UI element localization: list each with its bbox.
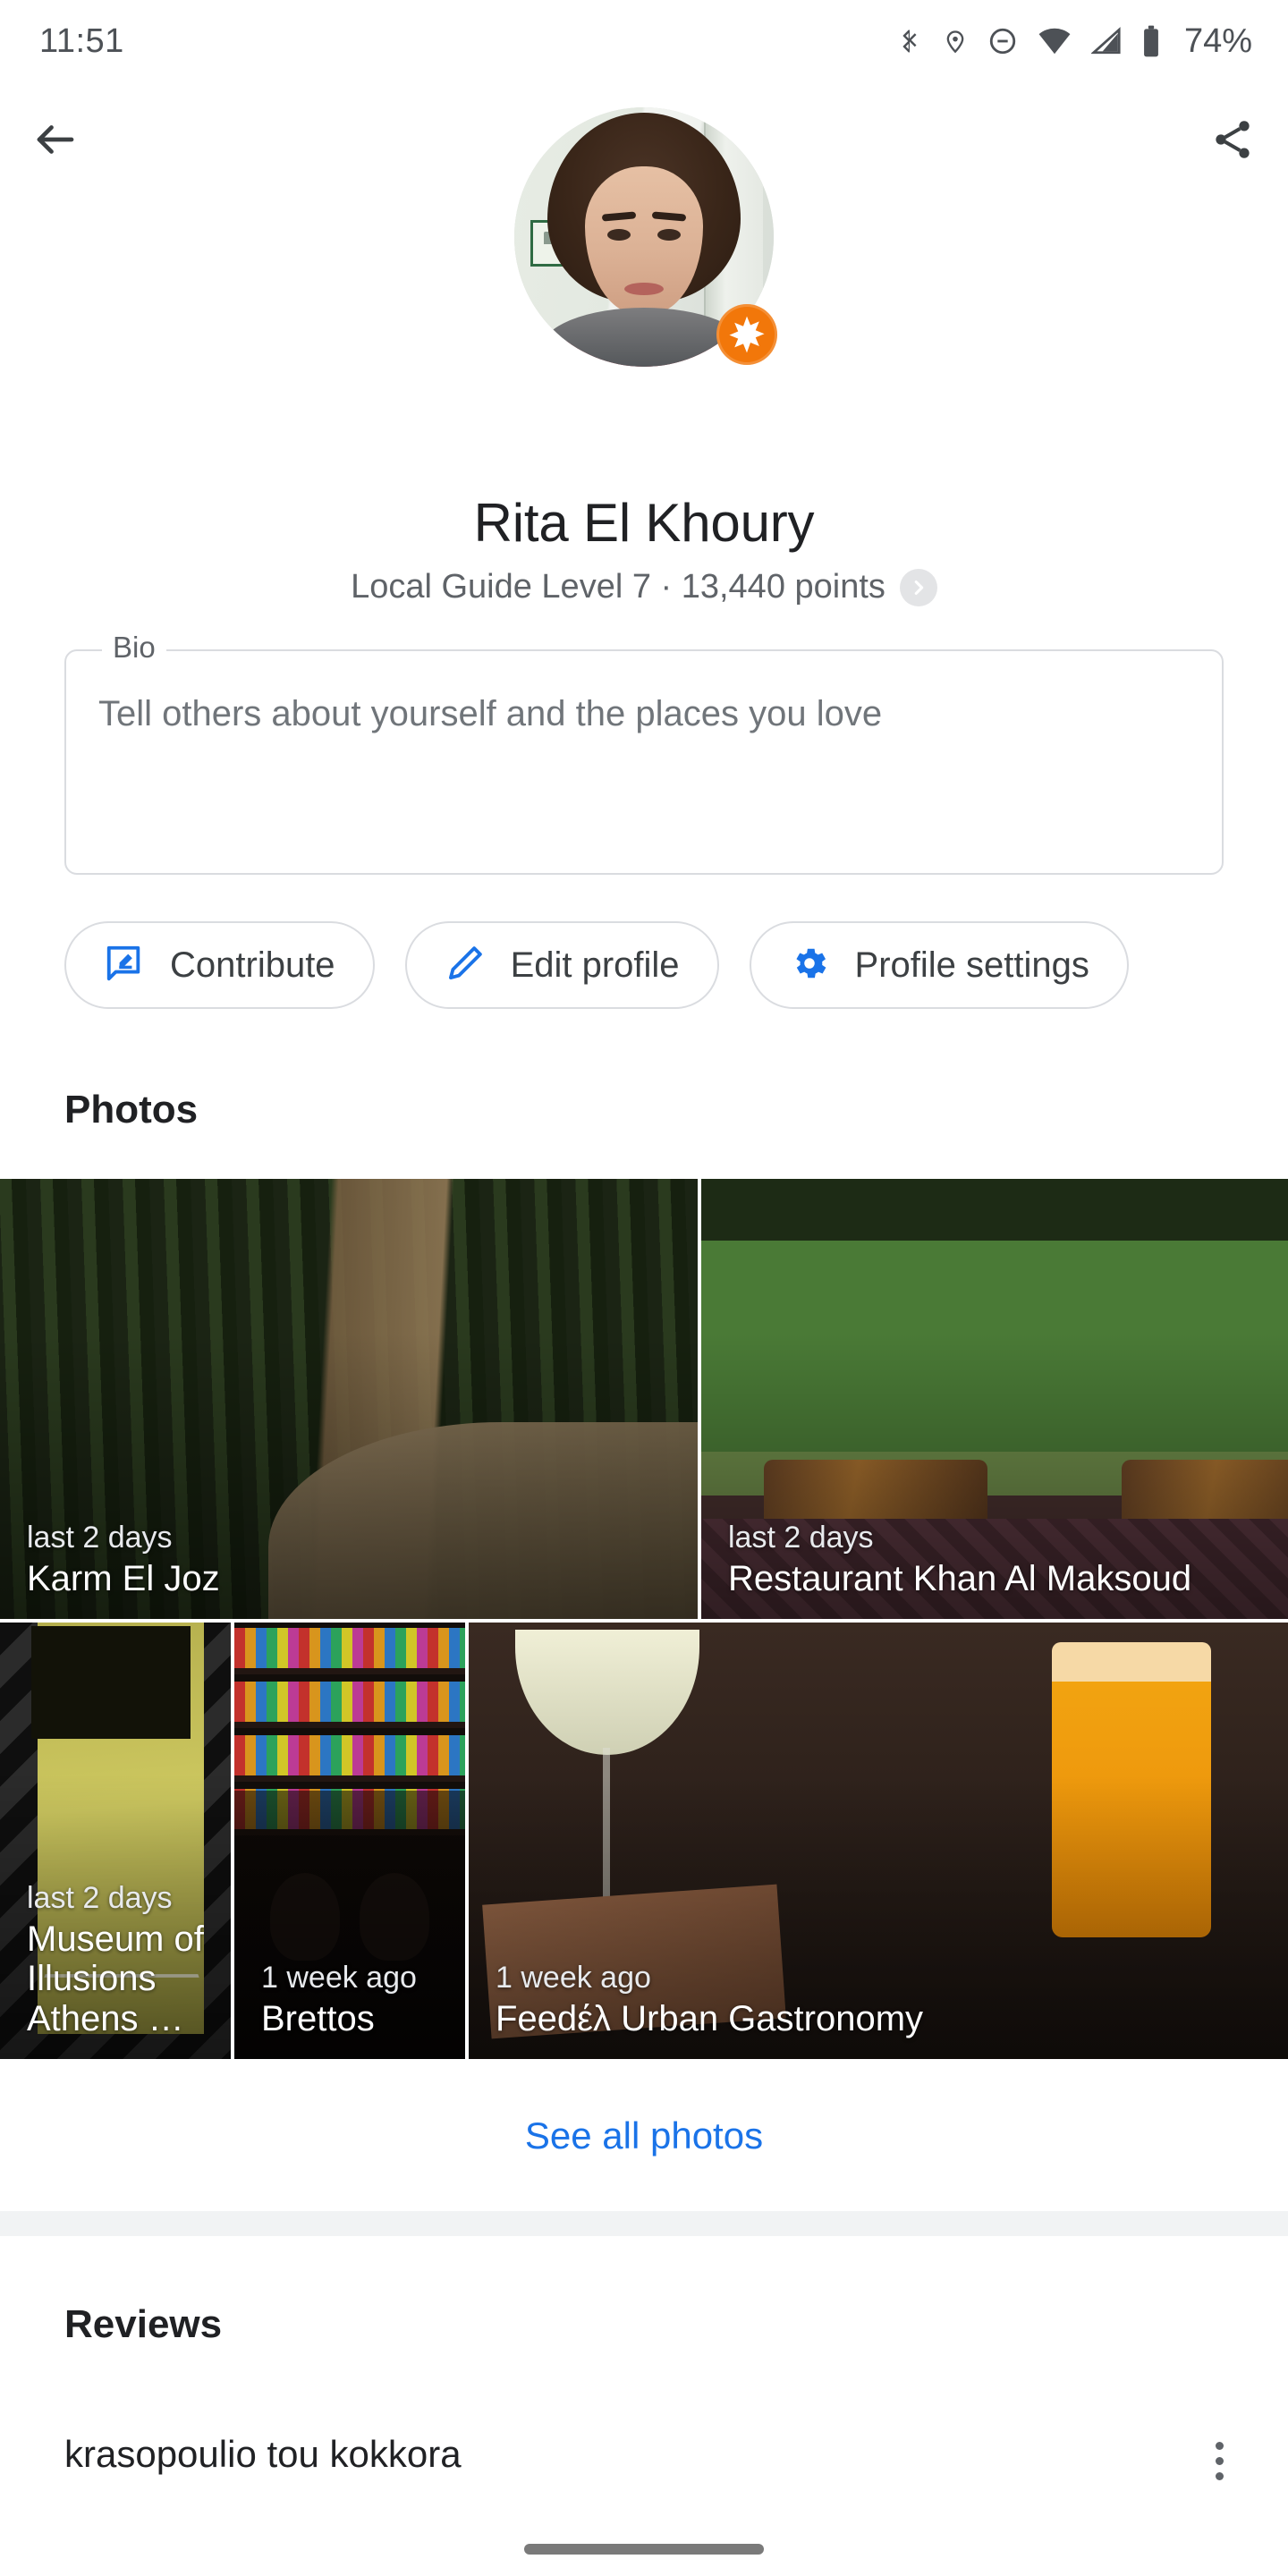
dot [1216, 2442, 1224, 2450]
avatar-eye-left [607, 229, 631, 241]
bio-field-container[interactable]: Tell others about yourself and the place… [64, 649, 1224, 875]
profile-actions: Contribute Edit profile Profile settings [0, 921, 1288, 1009]
bio-input[interactable]: Tell others about yourself and the place… [64, 649, 1224, 875]
status-icons: 74% [896, 22, 1252, 61]
photos-section-title: Photos [0, 1088, 1288, 1132]
photo-place-name: Restaurant Khan Al Maksoud [728, 1559, 1267, 1599]
edit-profile-button[interactable]: Edit profile [405, 921, 719, 1009]
share-icon [1209, 116, 1256, 165]
photo-tile-khan-al-maksoud[interactable]: last 2 days Restaurant Khan Al Maksoud [701, 1179, 1288, 1619]
review-list-item[interactable]: krasopoulio tou kokkora [0, 2433, 1288, 2480]
photo-place-name: Karm El Joz [27, 1559, 676, 1599]
photo-timestamp: last 2 days [27, 1881, 209, 1916]
local-guide-level-text: Local Guide Level 7 · 13,440 points [351, 568, 886, 606]
overflow-menu-icon[interactable] [1216, 2433, 1224, 2480]
avatar-eye-right [657, 229, 681, 241]
gear-icon [789, 943, 830, 988]
reviews-section-title: Reviews [0, 2302, 1288, 2347]
avatar-mouth [624, 283, 664, 295]
page-title: Rita El Khoury [0, 492, 1288, 554]
status-bar: 11:51 74% [0, 0, 1288, 82]
photo-caption: 1 week ago Brettos [261, 1961, 444, 2039]
status-time: 11:51 [39, 22, 124, 61]
section-divider [0, 2211, 1288, 2236]
photo-caption: last 2 days Karm El Joz [27, 1521, 676, 1599]
bio-label: Bio [102, 631, 166, 665]
photo-caption: last 2 days Restaurant Khan Al Maksoud [728, 1521, 1267, 1599]
share-button[interactable] [1190, 97, 1275, 183]
photo-timestamp: 1 week ago [496, 1961, 1267, 1996]
photo-timestamp: last 2 days [728, 1521, 1267, 1555]
edit-profile-label: Edit profile [511, 945, 680, 986]
photos-row-1: last 2 days Karm El Joz last 2 days Rest… [0, 1179, 1288, 1619]
cellular-signal-icon [1091, 24, 1122, 58]
photo-timestamp: last 2 days [27, 1521, 676, 1555]
profile-settings-button[interactable]: Profile settings [750, 921, 1129, 1009]
review-place-name: krasopoulio tou kokkora [64, 2433, 462, 2476]
contribute-label: Contribute [170, 945, 335, 986]
photo-timestamp: 1 week ago [261, 1961, 444, 1996]
avatar-container[interactable] [514, 107, 774, 367]
photo-place-name: Museum of Illusions Athens … [27, 1919, 209, 2039]
photo-caption: last 2 days Museum of Illusions Athens … [27, 1881, 209, 2039]
do-not-disturb-icon [987, 24, 1018, 58]
photo-place-name: Feedέλ Urban Gastronomy [496, 1999, 1267, 2039]
photo-place-name: Brettos [261, 1999, 444, 2039]
back-arrow-icon [31, 115, 80, 166]
wifi-icon [1038, 24, 1072, 58]
home-indicator[interactable] [524, 2544, 764, 2555]
back-button[interactable] [13, 97, 98, 183]
contribute-icon [104, 943, 145, 988]
profile-settings-label: Profile settings [855, 945, 1089, 986]
local-guide-level-row[interactable]: Local Guide Level 7 · 13,440 points [0, 568, 1288, 606]
dot [1216, 2472, 1224, 2480]
pencil-icon [445, 943, 486, 988]
photo-caption: 1 week ago Feedέλ Urban Gastronomy [496, 1961, 1267, 2039]
contribute-button[interactable]: Contribute [64, 921, 375, 1009]
location-icon [943, 24, 968, 58]
photo-tile-brettos[interactable]: 1 week ago Brettos [234, 1623, 465, 2059]
dot [1216, 2457, 1224, 2465]
see-all-photos-link[interactable]: See all photos [0, 2059, 1288, 2211]
photo-tile-museum-of-illusions[interactable]: last 2 days Museum of Illusions Athens … [0, 1623, 231, 2059]
photo-tile-feedel-urban-gastronomy[interactable]: 1 week ago Feedέλ Urban Gastronomy [469, 1623, 1288, 2059]
photo-tile-karm-el-joz[interactable]: last 2 days Karm El Joz [0, 1179, 698, 1619]
battery-percent: 74% [1184, 22, 1252, 61]
chevron-right-icon[interactable] [900, 569, 937, 606]
bluetooth-icon [896, 24, 923, 58]
photos-row-2: last 2 days Museum of Illusions Athens …… [0, 1623, 1288, 2059]
battery-icon [1141, 24, 1161, 58]
bio-placeholder: Tell others about yourself and the place… [98, 691, 1190, 738]
local-guide-badge-icon [716, 304, 777, 365]
photos-grid: last 2 days Karm El Joz last 2 days Rest… [0, 1179, 1288, 2059]
